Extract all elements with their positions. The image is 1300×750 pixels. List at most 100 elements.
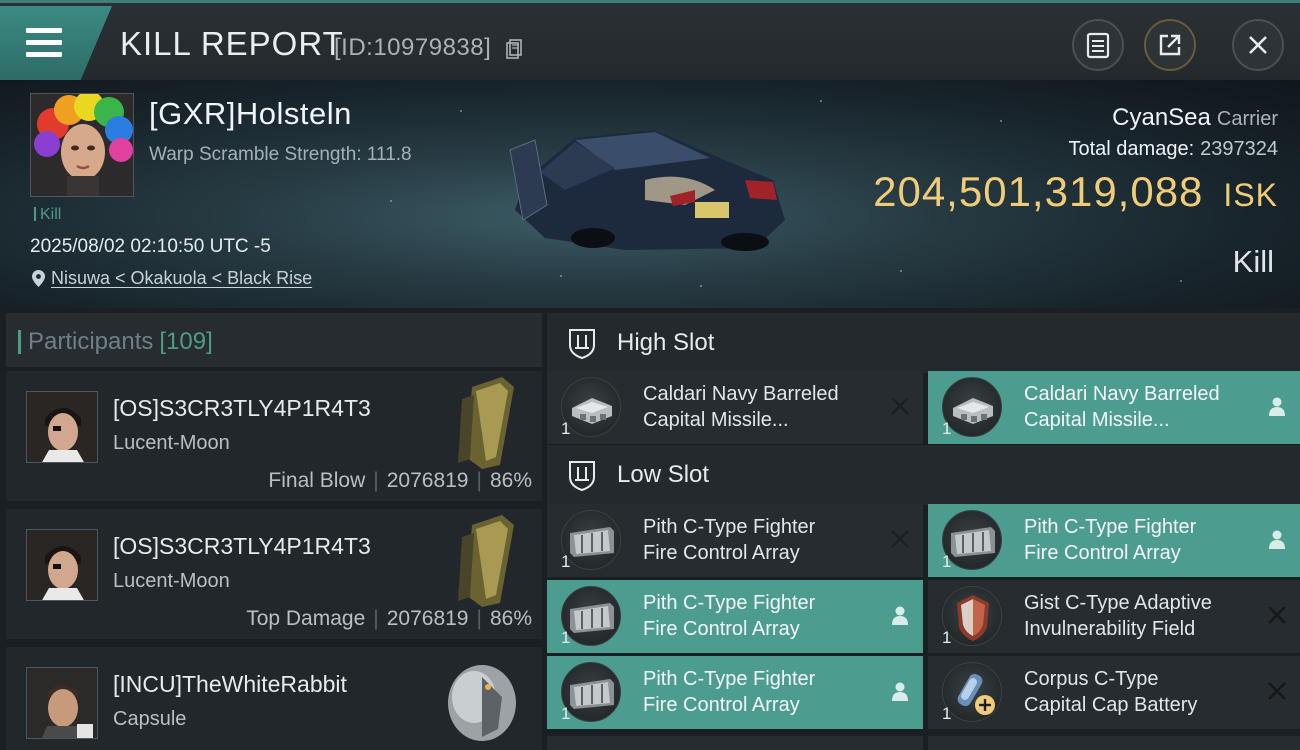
dropped-person-icon: [1269, 530, 1285, 549]
participants-header[interactable]: Participants [109]: [6, 313, 542, 367]
module-item[interactable]: 1 Pith C-Type Fighter Fire Control Array: [547, 656, 923, 729]
participant-name: [OS]S3CR3TLY4P1R4T3: [113, 533, 371, 559]
destroyed-icon: [891, 530, 909, 548]
module-item[interactable]: 1 Gist C-Type Adaptive Invulnerability Fi…: [928, 580, 1300, 653]
total-damage: Total damage: 2397324: [1068, 138, 1278, 161]
participant-avatar: [26, 529, 98, 601]
module-item[interactable]: 1 Caldari Navy Barreled Capital Missile..…: [547, 371, 923, 444]
module-name: Corpus C-Type Capital Cap Battery: [1024, 666, 1264, 718]
low-slot-icon: [569, 461, 595, 491]
module-name: Pith C-Type Fighter Fire Control Array: [643, 514, 883, 566]
module-name: Caldari Navy Barreled Capital Missile...: [643, 381, 883, 433]
participant-avatar: [26, 391, 98, 463]
module-name: Pith C-Type Fighter Fire Control Array: [1024, 514, 1264, 566]
victim-ship[interactable]: CyanSea Carrier: [1112, 104, 1278, 132]
module-name-line1: Caldari Navy Barreled: [1024, 383, 1220, 405]
menu-button[interactable]: [0, 6, 112, 80]
module-name-line2: Fire Control Array: [643, 542, 800, 564]
participant-stats: Top Damage | 2076819 | 86%: [246, 607, 532, 630]
participants-label: Participants: [28, 328, 154, 355]
module-name-line1: Pith C-Type Fighter: [643, 592, 816, 614]
victim-ship-image: [509, 130, 785, 251]
module-name-line2: Capital Missile...: [643, 409, 789, 431]
participant-row[interactable]: [OS]S3CR3TLY4P1R4T3 Lucent-Moon Top Dama…: [6, 509, 542, 643]
isk-value: 204,501,319,088 ISK: [873, 168, 1278, 216]
module-name: Pith C-Type Fighter Fire Control Array: [643, 666, 883, 718]
participant-role: Final Blow: [268, 469, 366, 492]
module-quantity: 1: [561, 552, 571, 571]
module-item[interactable]: 1 Pith C-Type Fighter Fire Control Array: [547, 580, 923, 653]
destroyed-icon: [1268, 606, 1286, 624]
victim-portrait-image: [31, 94, 133, 196]
participant-row[interactable]: [OS]S3CR3TLY4P1R4T3 Lucent-Moon Final Bl…: [6, 371, 542, 505]
participant-stats: Final Blow | 2076819 | 86%: [268, 469, 532, 492]
isk-amount: 204,501,319,088: [873, 168, 1204, 215]
warp-scramble-strength: Warp Scramble Strength: 111.8: [149, 144, 412, 165]
copy-icon[interactable]: [506, 39, 522, 59]
module-name: Gist C-Type Adaptive Invulnerability Fiel…: [1024, 590, 1264, 642]
module-name-line1: Pith C-Type Fighter: [643, 516, 816, 538]
participant-row[interactable]: [INCU]TheWhiteRabbit Capsule: [6, 647, 542, 750]
participant-ship-image: [458, 377, 514, 469]
module-name-line1: Pith C-Type Fighter: [1024, 516, 1197, 538]
module-quantity: 1: [942, 628, 952, 647]
module-quantity: 1: [942, 419, 952, 438]
victim-pilot-name[interactable]: [GXR]Holsteln: [149, 96, 352, 132]
share-icon: [1159, 34, 1181, 56]
module-name-line1: Gist C-Type Adaptive: [1024, 592, 1212, 614]
victim-avatar[interactable]: [30, 93, 134, 197]
high-slot-label: High Slot: [617, 329, 715, 356]
report-button[interactable]: [1072, 19, 1124, 71]
participant-damage: 2076819: [386, 469, 469, 492]
location-link[interactable]: Nisuwa < Okakuola < Black Rise: [51, 268, 312, 288]
kill-summary: [GXR]Holsteln Warp Scramble Strength: 11…: [0, 80, 1300, 308]
low-slot-header: Low Slot: [547, 445, 1300, 505]
module-item[interactable]: 1 Pith C-Type Fighter Fire Control Array: [928, 504, 1300, 577]
module-quantity: 1: [561, 704, 571, 723]
participant-ship: Capsule: [113, 708, 187, 730]
module-quantity: 1: [942, 552, 952, 571]
participant-ship-image: [448, 665, 516, 741]
total-damage-label: Total damage:: [1068, 138, 1195, 160]
destroyed-icon: [1268, 682, 1286, 700]
dropped-person-icon: [1269, 397, 1285, 416]
participant-ship: Lucent-Moon: [113, 432, 230, 454]
kill-location[interactable]: Nisuwa < Okakuola < Black Rise: [32, 268, 312, 289]
dropped-person-icon: [892, 606, 908, 625]
module-item[interactable]: 1 Corpus C-Type Capital Cap Battery: [928, 656, 1300, 729]
module-name-line2: Fire Control Array: [643, 618, 800, 640]
participant-name: [OS]S3CR3TLY4P1R4T3: [113, 395, 371, 421]
close-icon: [1249, 36, 1267, 54]
kill-id: [ID:10979838]: [334, 34, 492, 61]
clipboard-icon: [1086, 32, 1110, 59]
module-name: Caldari Navy Barreled Capital Missile...: [1024, 381, 1264, 433]
location-pin-icon: [32, 270, 45, 287]
module-item[interactable]: 1 Pith C-Type Fighter Fire Control Array: [547, 504, 923, 577]
participant-percent: 86%: [489, 607, 532, 630]
top-bar: KILL REPORT [ID:10979838]: [0, 0, 1300, 80]
module-item-partial[interactable]: [547, 736, 923, 750]
close-button[interactable]: [1232, 19, 1284, 71]
module-name-line1: Caldari Navy Barreled: [643, 383, 839, 405]
module-name: Pith C-Type Fighter Fire Control Array: [643, 590, 883, 642]
share-button[interactable]: [1144, 19, 1196, 71]
high-slot-icon: [569, 329, 595, 359]
kill-result: Kill: [1232, 244, 1274, 279]
module-quantity: 1: [561, 628, 571, 647]
participant-name: [INCU]TheWhiteRabbit: [113, 671, 347, 697]
module-name-line2: Capital Missile...: [1024, 409, 1170, 431]
module-name-line2: Fire Control Array: [1024, 542, 1181, 564]
high-slot-header: High Slot: [547, 313, 1300, 373]
module-item-partial[interactable]: [928, 736, 1300, 750]
victim-ship-name: CyanSea: [1112, 104, 1211, 131]
participant-percent: 86%: [489, 469, 532, 492]
participants-count: [109]: [159, 328, 213, 355]
low-slot-label: Low Slot: [617, 461, 710, 488]
module-name-line1: Corpus C-Type: [1024, 668, 1159, 690]
isk-unit: ISK: [1223, 177, 1278, 213]
participant-damage: 2076819: [386, 607, 469, 630]
hamburger-icon: [26, 28, 62, 64]
participant-ship-image: [458, 515, 514, 607]
kill-tag: Kill: [34, 206, 61, 224]
module-item[interactable]: 1 Caldari Navy Barreled Capital Missile..…: [928, 371, 1300, 444]
